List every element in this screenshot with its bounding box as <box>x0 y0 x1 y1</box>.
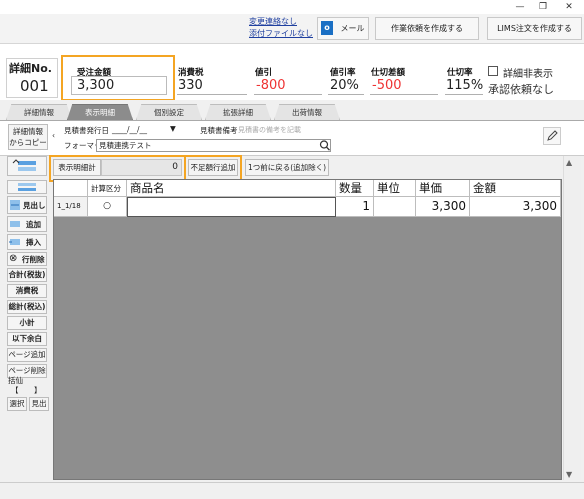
tab-detail-info[interactable]: 詳細情報 <box>6 104 72 120</box>
delete-row-label: 行削除 <box>22 255 45 264</box>
date-dropdown-icon[interactable]: ▼ <box>170 124 176 133</box>
mail-in-button[interactable]: o メールイン <box>317 17 369 54</box>
cut-diff-value: -500 <box>372 78 402 93</box>
order-amount-value: 3,300 <box>77 78 115 93</box>
grand-total-button[interactable]: 総計(税込) <box>7 300 47 314</box>
cut-rate-label: 仕切率 <box>447 68 473 78</box>
add-shortage-row-button[interactable]: 不足額行追加 <box>188 159 238 176</box>
tax-label: 消費税 <box>178 68 204 78</box>
discount-rate-label: 値引率 <box>330 68 356 78</box>
search-icon[interactable] <box>319 139 331 152</box>
left-arrow-icon[interactable]: ‹ <box>52 131 55 140</box>
undo-one-button[interactable]: 1つ前に戻る(追加除く) <box>245 159 329 176</box>
display-total-value: 0 <box>101 159 182 176</box>
grid-cell-product[interactable] <box>127 197 336 217</box>
status-bar <box>0 482 584 499</box>
discount-rate-underline <box>328 94 364 95</box>
insert-row-button[interactable]: 挿入 <box>7 234 47 250</box>
vertical-scrollbar[interactable] <box>563 156 581 480</box>
order-amount-field[interactable]: 3,300 <box>71 76 167 95</box>
change-notice-link[interactable]: 変更連絡なし <box>249 16 297 27</box>
heading2-button[interactable]: 見出 <box>29 397 49 411</box>
window-titlebar <box>0 0 584 14</box>
delete-circle-icon: ⊗ <box>9 253 18 264</box>
hide-detail-label: 詳細非表示 <box>503 69 553 80</box>
heading-label: 見出し <box>23 201 46 210</box>
move-top-button[interactable] <box>7 156 47 176</box>
tab-extended-detail[interactable]: 拡張詳細 <box>205 104 271 120</box>
blank-below-button[interactable]: 以下余白 <box>7 332 47 346</box>
cut-diff-label: 仕切差額 <box>371 68 406 78</box>
estimate-note-input[interactable]: 見積書の備考を記載 <box>238 124 538 136</box>
estimate-date-label: 見積書発行日 <box>64 126 109 135</box>
display-total-label: 表示明細計 <box>53 159 101 176</box>
select-button[interactable]: 選択 <box>7 397 27 411</box>
heading-button[interactable]: 見出し <box>7 196 47 214</box>
grid-header-product: 商品名 <box>127 180 336 197</box>
grid-cell-unit[interactable] <box>374 197 416 217</box>
grid-row-number: 1_1/18 <box>54 197 88 217</box>
grid-cell-calc[interactable]: ○ <box>88 197 127 217</box>
grid-header-qty: 数量 <box>336 180 374 197</box>
work-request-button[interactable]: 作業依頼を作成する <box>375 17 479 40</box>
insert-row-label: 挿入 <box>26 238 41 247</box>
discount-label: 値引 <box>255 68 273 78</box>
add-page-button[interactable]: ページ追加 <box>7 348 47 362</box>
grid-header-rowno <box>54 180 88 197</box>
detail-no-label: 詳細No. <box>9 62 52 75</box>
bracket-open-button[interactable]: 【 <box>11 385 19 396</box>
consumption-tax-button[interactable]: 消費税 <box>7 284 47 298</box>
estimate-date-value[interactable]: ____/__/__ <box>112 125 147 134</box>
add-row-button[interactable]: 追加 <box>7 216 47 232</box>
copy-detail-line2: からコピー <box>9 138 47 147</box>
grid-header-calc: 計算区分 <box>88 180 127 197</box>
scroll-down-icon[interactable]: ▼ <box>566 470 572 479</box>
grid-cell-price[interactable]: 3,300 <box>416 197 470 217</box>
copy-detail-line1: 詳細情報 <box>13 127 43 136</box>
subtotal-button[interactable]: 小計 <box>7 316 47 330</box>
tax-underline <box>177 94 247 95</box>
tax-value: 330 <box>178 78 203 93</box>
maximize-button[interactable]: ❐ <box>530 0 556 14</box>
lims-order-button[interactable]: LIMS注文を作成する <box>487 17 582 40</box>
detail-no-value: 001 <box>20 77 49 95</box>
outlook-icon: o <box>321 21 333 35</box>
edit-pencil-icon[interactable] <box>543 127 561 145</box>
close-button[interactable]: ✕ <box>556 0 582 14</box>
cut-diff-underline <box>370 94 438 95</box>
move-bottom-button[interactable] <box>7 180 47 194</box>
approval-status: 承認依頼なし <box>488 83 554 96</box>
attachment-link[interactable]: 添付ファイルなし <box>249 28 313 39</box>
tab-display-detail[interactable]: 表示明細 <box>67 104 133 120</box>
add-row-label: 追加 <box>26 220 41 229</box>
scroll-up-icon[interactable]: ▲ <box>566 158 572 167</box>
cut-rate-value: 115% <box>446 78 484 93</box>
grid-cell-qty[interactable]: 1 <box>336 197 374 217</box>
discount-rate-value: 20% <box>330 78 359 93</box>
tab-individual-settings[interactable]: 個別設定 <box>136 104 202 120</box>
hide-detail-checkbox[interactable] <box>488 66 498 76</box>
grid-header-amount: 金額 <box>470 180 561 197</box>
discount-underline <box>254 94 322 95</box>
grid-cell-amount[interactable]: 3,300 <box>470 197 561 217</box>
delete-row-button[interactable]: ⊗ 行削除 <box>7 252 47 266</box>
format-input[interactable]: 見積連携テスト <box>96 139 331 152</box>
bracket-close-button[interactable]: 】 <box>34 385 42 396</box>
grid-header-price: 単価 <box>416 180 470 197</box>
detail-grid <box>53 179 562 480</box>
tab-shipping-info[interactable]: 出荷情報 <box>274 104 340 120</box>
discount-value: -800 <box>256 78 286 93</box>
grid-header-unit: 単位 <box>374 180 416 197</box>
copy-detail-button[interactable]: 詳細情報 からコピー <box>8 124 48 150</box>
cut-rate-underline <box>445 94 483 95</box>
estimate-note-label: 見積書備考 <box>200 126 238 135</box>
total-excl-tax-button[interactable]: 合計(税抜) <box>7 268 47 282</box>
